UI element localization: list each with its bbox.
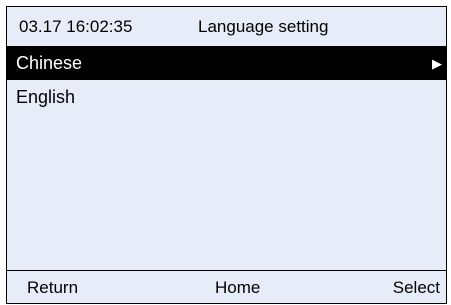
select-button[interactable]: Select — [393, 271, 440, 305]
menu-item-label: English — [16, 87, 76, 107]
language-menu: Chinese ▶ English — [7, 47, 446, 114]
datetime-display: 03.17 16:02:35 — [19, 17, 133, 36]
menu-item-label: Chinese — [16, 53, 83, 73]
menu-item-chinese[interactable]: Chinese ▶ — [7, 47, 446, 80]
footer-bar: Return Home Select — [7, 270, 446, 303]
menu-item-english[interactable]: English — [7, 80, 446, 114]
home-button[interactable]: Home — [215, 271, 260, 305]
right-triangle-icon: ▶ — [432, 56, 442, 71]
device-screen: 03.17 16:02:35 Language setting Chinese … — [6, 6, 447, 304]
header-bar: 03.17 16:02:35 Language setting — [7, 7, 446, 47]
page-title: Language setting — [198, 17, 329, 36]
return-button[interactable]: Return — [27, 271, 78, 305]
